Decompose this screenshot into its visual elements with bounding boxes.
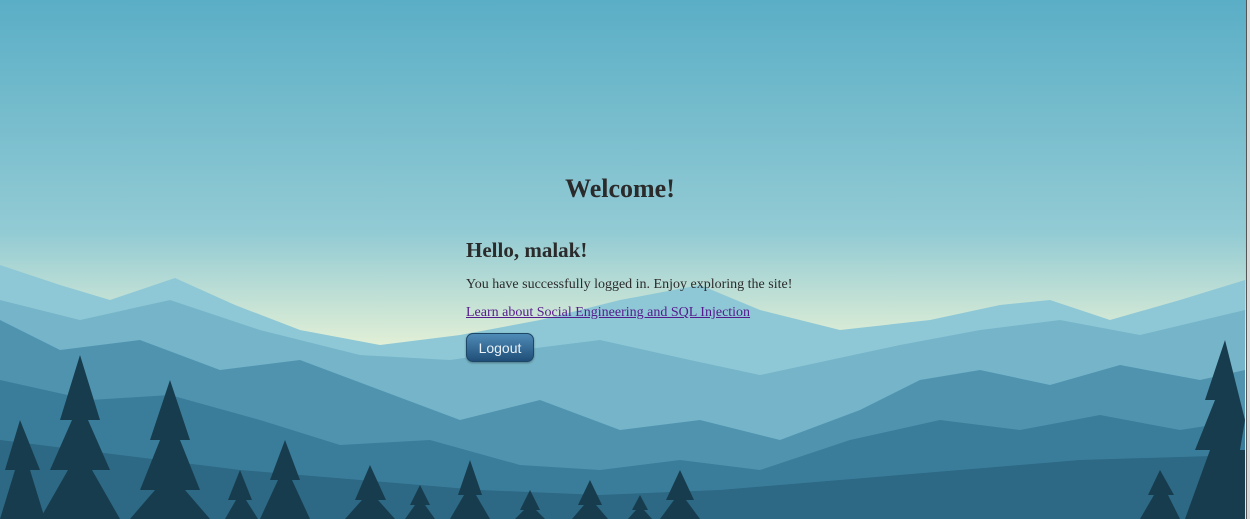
welcome-panel: Hello, malak! You have successfully logg… xyxy=(466,238,886,362)
learn-more-link[interactable]: Learn about Social Engineering and SQL I… xyxy=(466,305,750,321)
window-edge xyxy=(1246,0,1250,519)
logout-button[interactable]: Logout xyxy=(466,333,534,362)
greeting-heading: Hello, malak! xyxy=(466,238,588,262)
page-title: Welcome! xyxy=(565,174,675,203)
login-success-message: You have successfully logged in. Enjoy e… xyxy=(466,277,793,292)
